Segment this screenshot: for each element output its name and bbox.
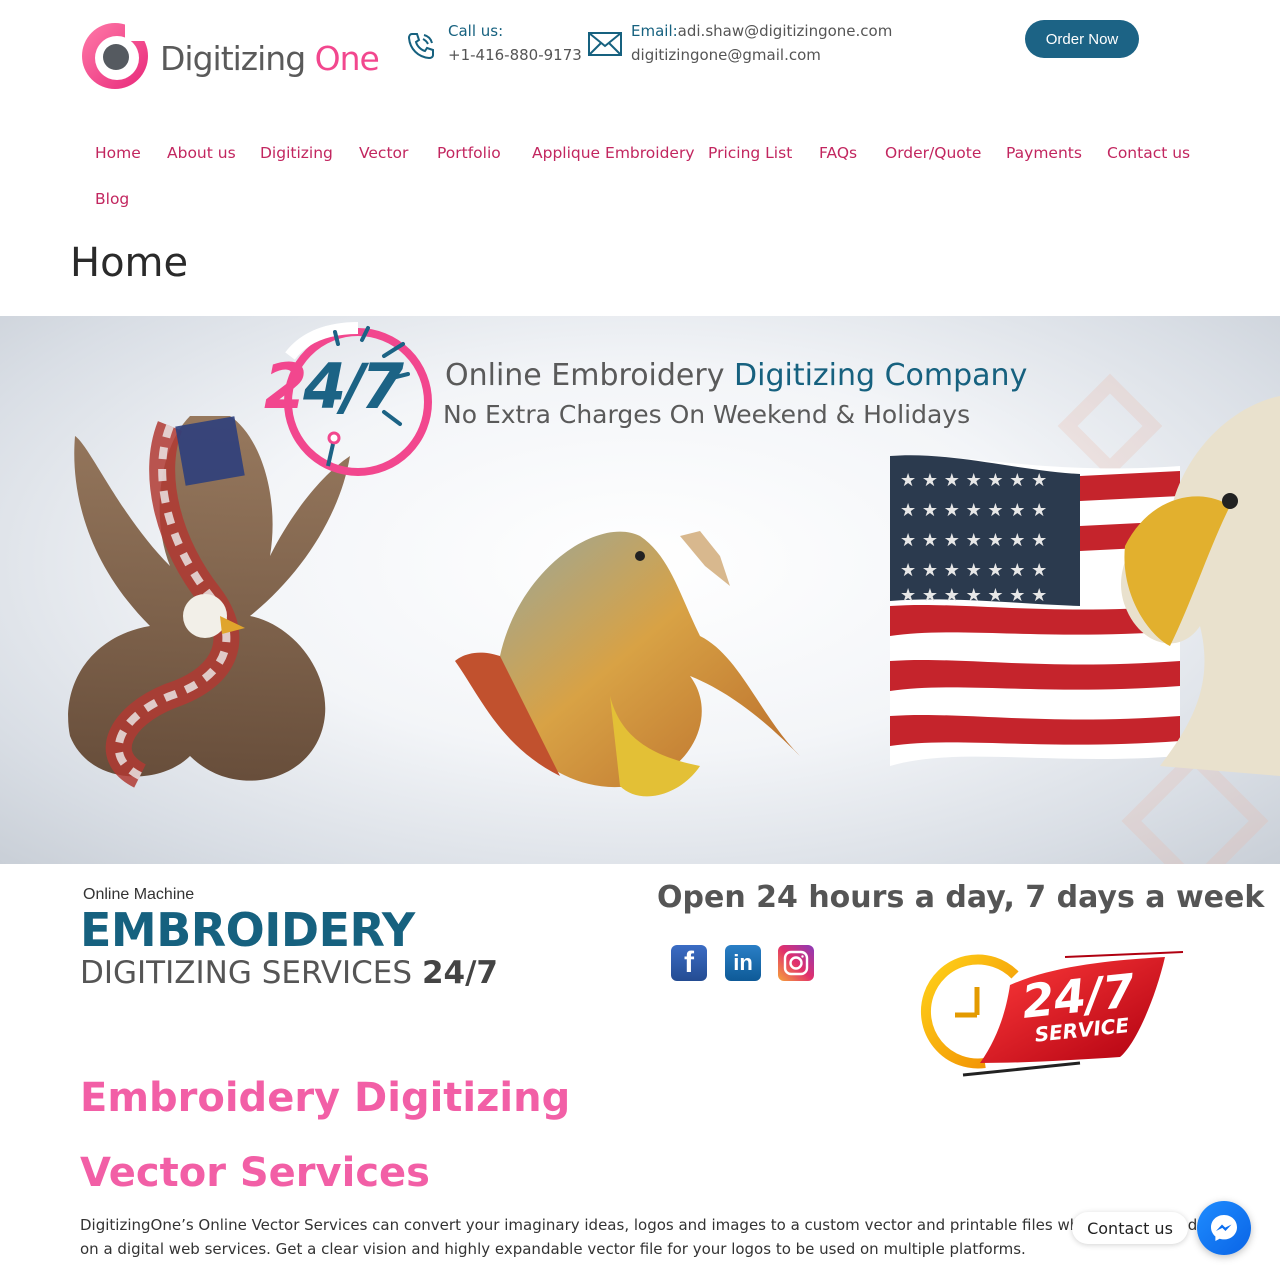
logo-mark-icon bbox=[80, 21, 150, 91]
email-block: Email:adi.shaw@digitizingone.com digitiz… bbox=[587, 19, 892, 67]
vector-services-text: DigitizingOne’s Online Vector Services c… bbox=[80, 1216, 1198, 1258]
nav-item-applique-embroidery[interactable]: Applique Embroidery bbox=[532, 144, 695, 162]
nav-item-digitizing[interactable]: Digitizing bbox=[260, 144, 333, 162]
intro-heading: EMBROIDERY bbox=[80, 903, 415, 957]
instagram-icon[interactable] bbox=[778, 945, 814, 981]
email-primary[interactable]: adi.shaw@digitizingone.com bbox=[678, 22, 893, 40]
nav-item-pricing-list[interactable]: Pricing List bbox=[708, 144, 792, 162]
eagle-flag-patch-left bbox=[68, 416, 351, 788]
envelope-icon bbox=[587, 29, 623, 65]
linkedin-icon[interactable]: in bbox=[725, 945, 761, 981]
svg-text:★ ★ ★ ★ ★ ★ ★: ★ ★ ★ ★ ★ ★ ★ bbox=[900, 530, 1047, 551]
contact-us-chat-label[interactable]: Contact us bbox=[1072, 1212, 1188, 1244]
hero-banner: ★ ★ ★ ★ ★ ★ ★ ★ ★ ★ ★ ★ ★ ★ ★ ★ ★ ★ ★ ★ … bbox=[0, 316, 1280, 864]
svg-text:★ ★ ★ ★ ★ ★ ★: ★ ★ ★ ★ ★ ★ ★ bbox=[900, 500, 1047, 521]
phone-icon bbox=[404, 29, 440, 65]
nav-item-about-us[interactable]: About us bbox=[167, 144, 236, 162]
svg-text:★ ★ ★ ★ ★ ★ ★: ★ ★ ★ ★ ★ ★ ★ bbox=[900, 560, 1047, 581]
order-now-button[interactable]: Order Now bbox=[1025, 20, 1139, 58]
open-hours-heading: Open 24 hours a day, 7 days a week bbox=[657, 880, 1265, 915]
nav-item-faqs[interactable]: FAQs bbox=[819, 144, 857, 162]
banner-247-text: 24/7 bbox=[264, 350, 404, 423]
banner-headline: Online Embroidery Digitizing Company bbox=[445, 358, 1028, 393]
email-secondary[interactable]: digitizingone@gmail.com bbox=[631, 43, 892, 67]
nav-item-payments[interactable]: Payments bbox=[1006, 144, 1082, 162]
vector-services-heading: Vector Services bbox=[80, 1150, 430, 1196]
service-247-badge: 24/7 SERVICE bbox=[915, 945, 1195, 1085]
embroidery-digitizing-heading: Embroidery Digitizing bbox=[80, 1075, 571, 1121]
intro-subheading: DIGITIZING SERVICES 24/7 bbox=[80, 955, 498, 991]
nav-item-blog[interactable]: Blog bbox=[95, 190, 129, 208]
site-logo[interactable]: Digitizing One bbox=[80, 20, 380, 92]
nav-item-portfolio[interactable]: Portfolio bbox=[437, 144, 501, 162]
nav-item-home[interactable]: Home bbox=[95, 144, 141, 162]
nav-item-contact-us[interactable]: Contact us bbox=[1107, 144, 1190, 162]
banner-artwork: ★ ★ ★ ★ ★ ★ ★ ★ ★ ★ ★ ★ ★ ★ ★ ★ ★ ★ ★ ★ … bbox=[68, 322, 1280, 864]
call-label: Call us: bbox=[448, 22, 504, 40]
page-title: Home bbox=[70, 240, 189, 286]
email-label: Email: bbox=[631, 22, 678, 40]
redfish-patch-center bbox=[455, 531, 800, 797]
messenger-icon bbox=[1211, 1215, 1237, 1241]
facebook-icon[interactable]: f bbox=[671, 945, 707, 981]
banner-subline: No Extra Charges On Weekend & Holidays bbox=[443, 400, 971, 429]
nav-item-vector[interactable]: Vector bbox=[359, 144, 408, 162]
logo-text: Digitizing One bbox=[160, 38, 380, 78]
phone-number[interactable]: +1-416-880-9173 bbox=[448, 43, 582, 67]
call-us-block: Call us: +1-416-880-9173 bbox=[404, 19, 582, 67]
messenger-chat-button[interactable] bbox=[1197, 1201, 1251, 1255]
svg-text:★ ★ ★ ★ ★ ★ ★: ★ ★ ★ ★ ★ ★ ★ bbox=[900, 470, 1047, 491]
svg-text:★ ★ ★ ★ ★ ★ ★: ★ ★ ★ ★ ★ ★ ★ bbox=[900, 585, 1047, 606]
nav-item-order-quote[interactable]: Order/Quote bbox=[885, 144, 981, 162]
intro-small-label: Online Machine bbox=[83, 886, 195, 903]
